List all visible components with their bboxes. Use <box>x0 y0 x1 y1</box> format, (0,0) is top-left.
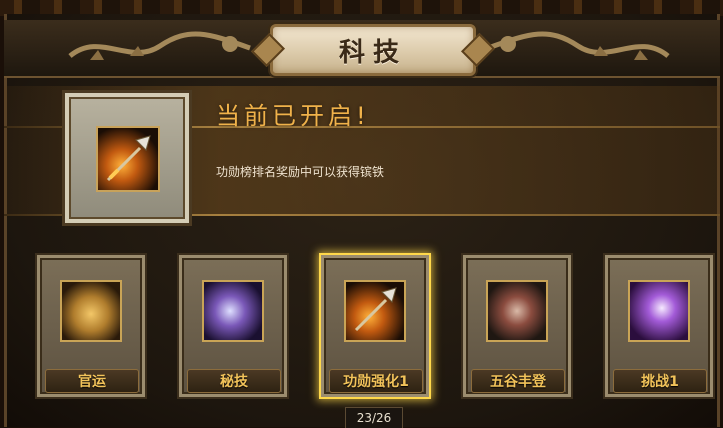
tech-card-label: 秘技 <box>187 369 281 393</box>
title-plate: 科技 <box>270 24 476 76</box>
treasure-chest-icon <box>60 280 122 342</box>
challenge-scroll-icon <box>628 280 690 342</box>
tech-card-label: 挑战1 <box>613 369 707 393</box>
page-indicator: 23/26 <box>345 407 403 428</box>
dragon-ornament-left-icon <box>68 31 251 60</box>
tech-card-label: 官运 <box>45 369 139 393</box>
tech-card-label: 五谷丰登 <box>471 369 565 393</box>
status-title: 当前已开启! <box>216 102 370 130</box>
dragon-ornament-right-icon <box>487 31 670 60</box>
tech-card-0[interactable]: 官运 <box>35 253 147 399</box>
spear-icon <box>96 126 160 192</box>
tech-card-2[interactable]: 功勋强化1 <box>319 253 431 399</box>
page-title: 科技 <box>338 37 407 68</box>
tech-card-4[interactable]: 挑战1 <box>603 253 715 399</box>
tech-card-3[interactable]: 五谷丰登 <box>461 253 573 399</box>
tech-card-1[interactable]: 秘技 <box>177 253 289 399</box>
tech-card-label: 功勋强化1 <box>329 369 423 393</box>
featured-description: 功勋榜排名奖励中可以获得镔铁 <box>216 165 385 179</box>
grain-cart-icon <box>486 280 548 342</box>
spear-icon <box>344 280 406 342</box>
mystic-blade-icon <box>202 280 264 342</box>
